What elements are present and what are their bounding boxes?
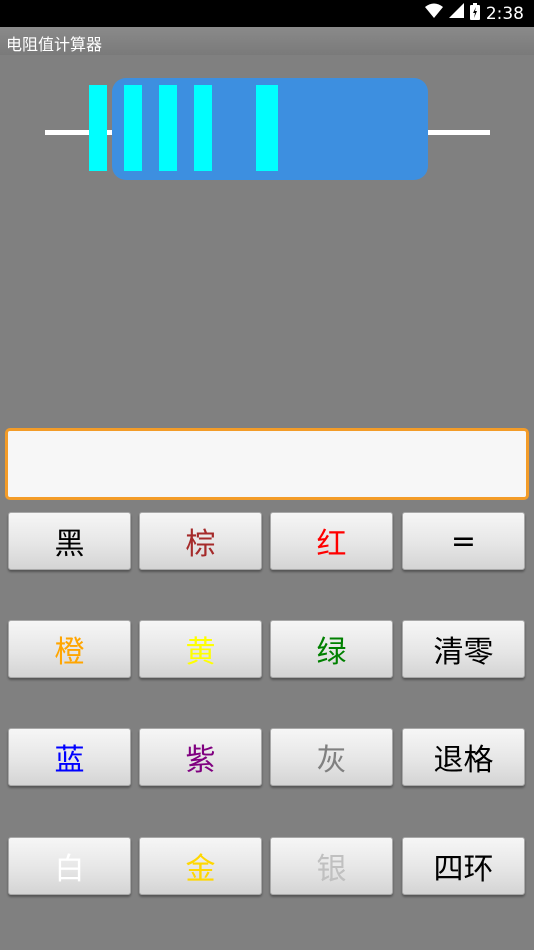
blue-button[interactable]: 蓝 — [8, 728, 131, 786]
resistor-band-5 — [256, 85, 278, 171]
resistor-lead-right — [420, 130, 490, 135]
backspace-button[interactable]: 退格 — [402, 728, 525, 786]
resistor-band-4 — [194, 85, 212, 171]
battery-icon — [469, 2, 480, 25]
red-button[interactable]: 红 — [270, 512, 393, 570]
app-title-bar: 电阻值计算器 — [0, 27, 534, 55]
cell-signal-icon — [448, 3, 464, 24]
orange-button[interactable]: 橙 — [8, 620, 131, 678]
status-time: 2:38 — [485, 3, 524, 24]
resistor-band-1 — [89, 85, 107, 171]
resistor-band-3 — [159, 85, 177, 171]
green-button[interactable]: 绿 — [270, 620, 393, 678]
purple-button[interactable]: 紫 — [139, 728, 262, 786]
result-input[interactable] — [8, 431, 526, 497]
status-bar: 2:38 — [0, 0, 534, 27]
gold-button[interactable]: 金 — [139, 837, 262, 895]
brown-button[interactable]: 棕 — [139, 512, 262, 570]
wifi-icon — [424, 3, 443, 24]
clear-button[interactable]: 清零 — [402, 620, 525, 678]
resistor-band-2 — [124, 85, 142, 171]
silver-button[interactable]: 银 — [270, 837, 393, 895]
four-band-button[interactable]: 四环 — [402, 837, 525, 895]
white-button[interactable]: 白 — [8, 837, 131, 895]
result-display[interactable] — [5, 428, 529, 500]
gray-button[interactable]: 灰 — [270, 728, 393, 786]
resistor-diagram — [45, 78, 490, 180]
equals-button[interactable]: = — [402, 512, 525, 570]
yellow-button[interactable]: 黄 — [139, 620, 262, 678]
black-button[interactable]: 黑 — [8, 512, 131, 570]
app-title: 电阻值计算器 — [6, 35, 103, 54]
